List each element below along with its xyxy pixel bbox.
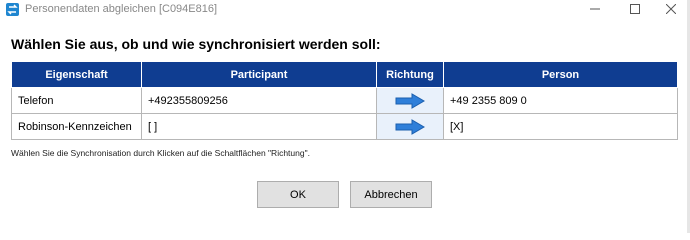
participant-value-cell: +492355809256 — [141, 87, 377, 114]
property-cell: Telefon — [11, 87, 142, 114]
column-header-richtung: Richtung — [376, 61, 444, 88]
column-header-eigenschaft: Eigenschaft — [11, 61, 142, 88]
instruction-text: Wählen Sie die Synchronisation durch Kli… — [11, 148, 310, 158]
sync-app-icon — [6, 3, 19, 16]
direction-cell — [376, 87, 444, 114]
title-bar: Personendaten abgleichen [C094E816] — [0, 0, 690, 18]
participant-value-cell: [ ] — [141, 113, 377, 140]
dialog-window: Personendaten abgleichen [C094E816] Wähl… — [0, 0, 690, 233]
direction-cell — [376, 113, 444, 140]
close-icon — [666, 4, 676, 14]
minimize-button[interactable] — [580, 0, 610, 18]
table-header-row: Eigenschaft Participant Richtung Person — [11, 61, 678, 88]
ok-button[interactable]: OK — [257, 181, 339, 208]
direction-toggle-button[interactable] — [377, 115, 443, 139]
person-value-cell: +49 2355 809 0 — [443, 87, 678, 114]
right-arrow-icon — [395, 118, 425, 135]
table-row: Robinson-Kennzeichen [ ] [X] — [11, 113, 678, 140]
property-cell: Robinson-Kennzeichen — [11, 113, 142, 140]
maximize-button[interactable] — [620, 0, 650, 18]
window-title: Personendaten abgleichen [C094E816] — [25, 3, 218, 15]
direction-toggle-button[interactable] — [377, 89, 443, 113]
close-button[interactable] — [656, 0, 686, 18]
person-value-cell: [X] — [443, 113, 678, 140]
column-header-participant: Participant — [141, 61, 377, 88]
page-title: Wählen Sie aus, ob und wie synchronisier… — [11, 36, 381, 52]
maximize-icon — [630, 4, 640, 14]
sync-table: Eigenschaft Participant Richtung Person … — [11, 61, 678, 140]
table-row: Telefon +492355809256 +49 2355 809 0 — [11, 87, 678, 114]
minimize-icon — [590, 8, 600, 10]
right-arrow-icon — [395, 92, 425, 109]
cancel-button[interactable]: Abbrechen — [350, 181, 432, 208]
column-header-person: Person — [443, 61, 678, 88]
